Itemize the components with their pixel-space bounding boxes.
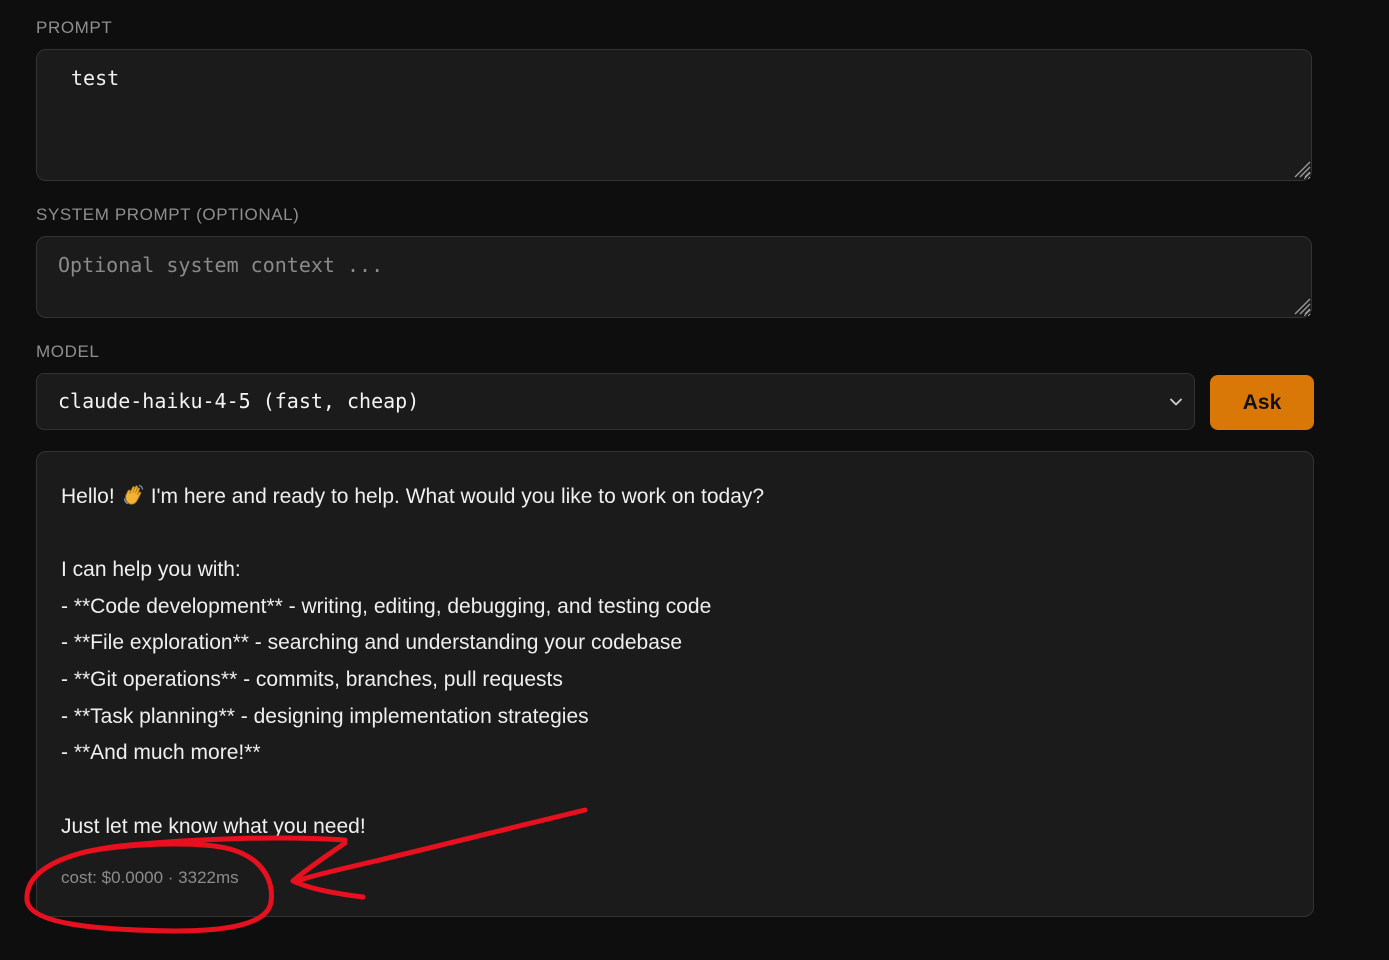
model-label: MODEL xyxy=(36,342,100,361)
model-select[interactable]: claude-haiku-4-5 (fast, cheap) xyxy=(36,373,1195,430)
model-select-value: claude-haiku-4-5 (fast, cheap) xyxy=(58,389,420,413)
response-closing: Just let me know what you need! xyxy=(61,815,366,838)
response-panel: Hello! I'm here and ready to help. What … xyxy=(36,451,1314,917)
ask-button[interactable]: Ask xyxy=(1210,375,1314,430)
response-greeting: Hello! I'm here and ready to help. What … xyxy=(61,484,764,509)
greeting-text-start: Hello! xyxy=(61,485,115,508)
list-item: - **Git operations** - commits, branches… xyxy=(61,668,563,691)
greeting-text-end: I'm here and ready to help. What would y… xyxy=(150,485,765,508)
cost-readout: cost: $0.0000 · 3322ms xyxy=(61,868,239,887)
prompt-input[interactable] xyxy=(36,49,1312,181)
list-item: - **Task planning** - designing implemen… xyxy=(61,705,589,728)
chevron-down-icon xyxy=(1170,398,1182,406)
prompt-label: PROMPT xyxy=(36,18,113,37)
list-item: - **Code development** - writing, editin… xyxy=(61,595,712,618)
list-item: - **File exploration** - searching and u… xyxy=(61,631,683,654)
response-intro: I can help you with: xyxy=(61,558,241,581)
list-item: - **And much more!** xyxy=(61,741,261,764)
system-prompt-input[interactable] xyxy=(36,236,1312,318)
waving-hand-icon xyxy=(123,484,143,505)
system-prompt-label: SYSTEM PROMPT (OPTIONAL) xyxy=(36,205,300,224)
